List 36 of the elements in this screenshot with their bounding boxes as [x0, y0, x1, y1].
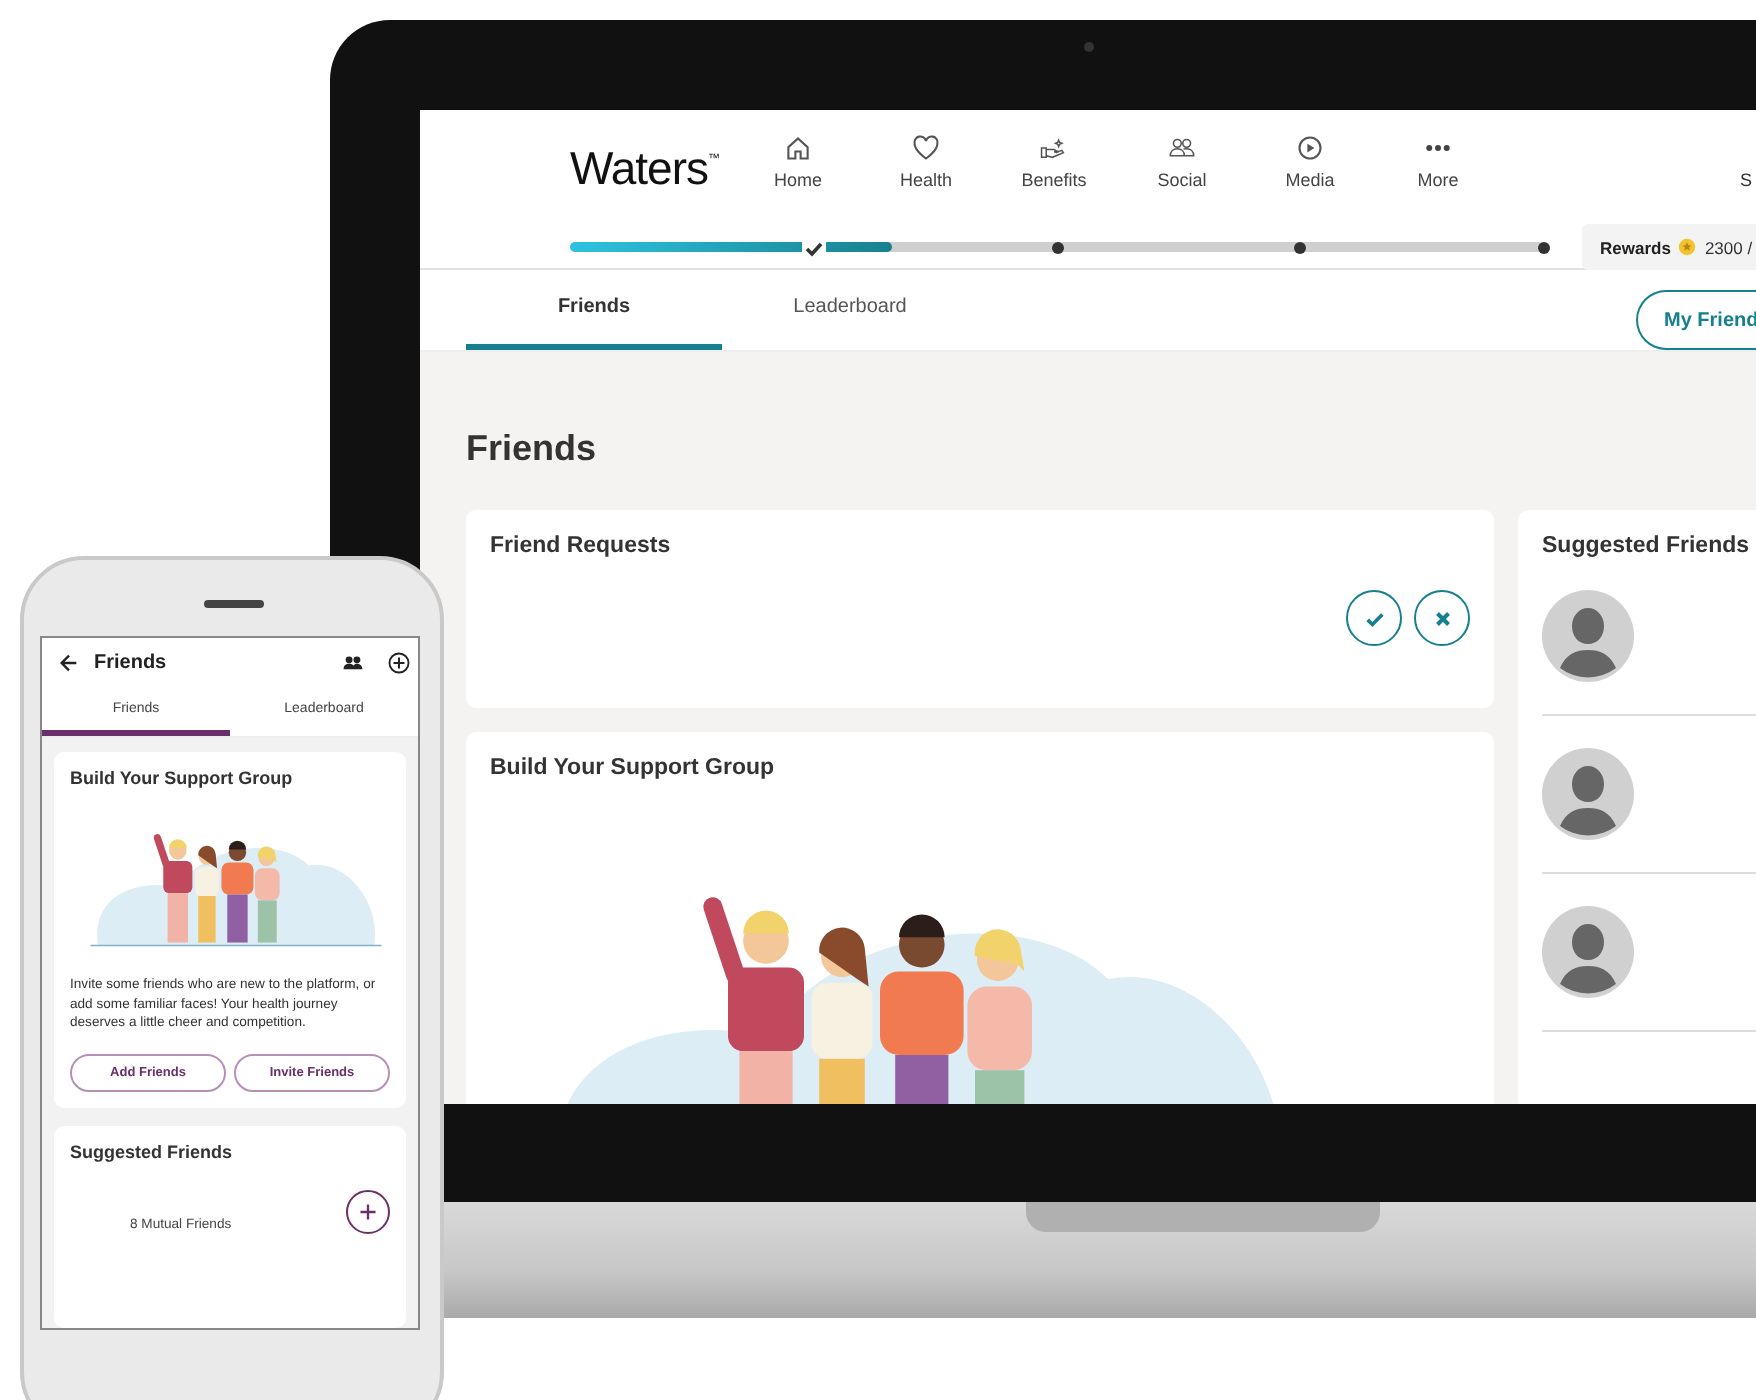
rewards-badge[interactable]: Rewards 2300 / [1582, 224, 1756, 270]
people-icon [1168, 134, 1196, 162]
nav-item[interactable]: Media [1246, 134, 1374, 190]
logo[interactable]: Waters$^{™}$ [570, 134, 734, 196]
house-icon [784, 134, 812, 162]
card-title: Friend Requests [490, 534, 673, 558]
tab[interactable]: Leaderboard [722, 270, 978, 350]
plus-icon [358, 1201, 378, 1222]
nav-item[interactable]: Home [734, 134, 862, 190]
page-title: Friends [466, 426, 599, 472]
decline-button[interactable] [1414, 590, 1470, 646]
play-icon [1296, 134, 1324, 162]
nav-item[interactable]: Social [1118, 134, 1246, 190]
nav-item[interactable]: Benefits [990, 134, 1118, 190]
heart-icon [912, 134, 940, 162]
nav-item[interactable]: S [1739, 134, 1752, 190]
phone-speaker [204, 600, 264, 608]
accept-button[interactable] [1346, 590, 1402, 646]
avatar-placeholder-icon [1542, 590, 1634, 682]
add-circle-icon[interactable] [388, 651, 410, 673]
hand-icon [1040, 134, 1068, 162]
camera-dot [1084, 42, 1094, 52]
avatar-placeholder-icon [1542, 748, 1634, 840]
star-coin-icon [1678, 238, 1697, 256]
nav-item[interactable]: More [1374, 134, 1502, 190]
back-arrow-icon[interactable] [58, 651, 80, 673]
screen-title: Friends [94, 651, 167, 673]
close-icon [1431, 607, 1453, 629]
nav-item[interactable]: Health [862, 134, 990, 190]
add-friend-button[interactable] [346, 1189, 390, 1234]
avatar-placeholder-icon [1542, 906, 1634, 998]
card-title: Suggested Friends [1542, 534, 1752, 558]
card-title: Suggested Friends [70, 1141, 235, 1162]
card-title: Build Your Support Group [490, 756, 777, 780]
card-title: Build Your Support Group [70, 768, 295, 788]
people-icon[interactable] [342, 651, 364, 673]
